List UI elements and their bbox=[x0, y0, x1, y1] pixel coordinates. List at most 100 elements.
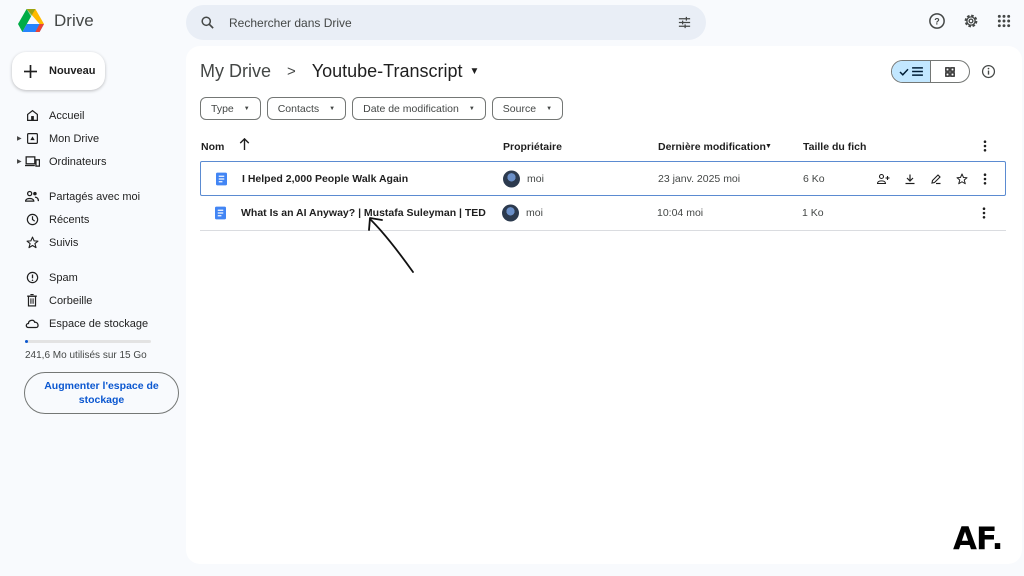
drive-logo-icon bbox=[18, 9, 44, 32]
filter-source[interactable]: Source ▼ bbox=[491, 97, 564, 120]
filter-label: Date de modification bbox=[363, 102, 459, 115]
sidebar-nav: Accueil ▶ Mon Drive ▶ Ordinateurs Partag… bbox=[0, 104, 185, 335]
apps-grid-icon[interactable] bbox=[996, 13, 1012, 29]
filter-type[interactable]: Type ▼ bbox=[200, 97, 261, 120]
google-doc-icon bbox=[215, 206, 226, 220]
drive-logo[interactable]: Drive bbox=[18, 9, 94, 32]
search-icon[interactable] bbox=[200, 15, 215, 30]
filter-label: Source bbox=[502, 102, 537, 115]
sidebar-item-computers[interactable]: ▶ Ordinateurs bbox=[0, 150, 185, 173]
file-size: 1 Ko bbox=[802, 207, 824, 219]
star-icon bbox=[24, 235, 40, 251]
storage-usage-text: 241,6 Mo utilisés sur 15 Go bbox=[25, 350, 147, 361]
view-toggle bbox=[891, 60, 970, 83]
search-input[interactable]: Rechercher dans Drive bbox=[229, 16, 677, 30]
spam-icon bbox=[24, 270, 40, 286]
sidebar-item-storage[interactable]: Espace de stockage bbox=[0, 312, 185, 335]
share-icon[interactable] bbox=[877, 173, 890, 185]
breadcrumb-current-folder[interactable]: Youtube-Transcript bbox=[312, 61, 463, 82]
more-actions-icon[interactable] bbox=[983, 172, 987, 185]
sidebar-item-spam[interactable]: Spam bbox=[0, 266, 185, 289]
column-header-size[interactable]: Taille du fich bbox=[803, 141, 866, 153]
sidebar-item-label: Spam bbox=[49, 271, 78, 284]
file-modified: 23 janv. 2025 moi bbox=[658, 172, 741, 185]
file-owner: moi bbox=[526, 207, 543, 219]
filter-label: Contacts bbox=[277, 102, 320, 115]
breadcrumb-separator: > bbox=[287, 63, 296, 80]
filter-contacts[interactable]: Contacts ▼ bbox=[266, 97, 347, 120]
breadcrumb: My Drive > Youtube-Transcript ▼ bbox=[200, 61, 479, 82]
rename-icon[interactable] bbox=[930, 173, 942, 185]
google-doc-icon bbox=[216, 172, 227, 185]
file-name[interactable]: What Is an AI Anyway? | Mustafa Suleyman… bbox=[241, 207, 486, 219]
expand-caret-icon[interactable]: ▶ bbox=[17, 135, 22, 142]
settings-icon[interactable] bbox=[962, 12, 980, 30]
watermark-logo: AF. bbox=[953, 521, 1003, 557]
sidebar-item-shared[interactable]: Partagés avec moi bbox=[0, 185, 185, 208]
storage-progress-bar bbox=[25, 340, 151, 343]
check-icon bbox=[899, 68, 909, 76]
filter-modified-date[interactable]: Date de modification ▼ bbox=[352, 97, 486, 120]
column-options-icon[interactable] bbox=[983, 140, 987, 152]
table-header: Nom Propriétaire Dernière modification ▼… bbox=[200, 134, 1006, 160]
shared-icon bbox=[24, 189, 40, 205]
download-icon[interactable] bbox=[904, 173, 916, 185]
list-icon bbox=[912, 67, 923, 76]
file-row[interactable]: What Is an AI Anyway? | Mustafa Suleyman… bbox=[200, 196, 1006, 231]
trash-icon bbox=[24, 293, 40, 309]
list-view-button[interactable] bbox=[892, 61, 931, 82]
svg-text:?: ? bbox=[934, 16, 940, 26]
cloud-icon bbox=[24, 316, 40, 332]
computers-icon bbox=[24, 154, 40, 170]
sidebar-item-starred[interactable]: Suivis bbox=[0, 231, 185, 254]
file-owner: moi bbox=[527, 172, 544, 185]
row-quick-actions bbox=[877, 173, 968, 185]
expand-caret-icon[interactable]: ▶ bbox=[17, 158, 22, 165]
sidebar-item-label: Ordinateurs bbox=[49, 155, 107, 168]
new-button-label: Nouveau bbox=[49, 65, 96, 77]
main-panel: My Drive > Youtube-Transcript ▼ Type ▼ Co… bbox=[186, 46, 1022, 564]
column-header-modified[interactable]: Dernière modification bbox=[658, 141, 766, 153]
sort-ascending-icon[interactable] bbox=[239, 138, 250, 150]
sidebar-item-label: Partagés avec moi bbox=[49, 190, 141, 203]
sidebar-item-label: Mon Drive bbox=[49, 132, 100, 145]
column-header-name[interactable]: Nom bbox=[201, 141, 224, 153]
more-actions-icon[interactable] bbox=[982, 207, 986, 219]
dropdown-arrow-icon: ▼ bbox=[468, 105, 475, 112]
new-button[interactable]: Nouveau bbox=[12, 52, 105, 90]
grid-view-button[interactable] bbox=[931, 61, 969, 82]
info-icon[interactable] bbox=[981, 64, 996, 79]
owner-avatar bbox=[503, 170, 520, 187]
sidebar-item-label: Récents bbox=[49, 213, 90, 226]
sidebar-item-trash[interactable]: Corbeille bbox=[0, 289, 185, 312]
app-title: Drive bbox=[54, 10, 94, 30]
file-name[interactable]: I Helped 2,000 People Walk Again bbox=[242, 173, 408, 185]
help-icon[interactable]: ? bbox=[928, 12, 946, 30]
filter-chips: Type ▼ Contacts ▼ Date de modification ▼ So… bbox=[200, 97, 564, 120]
sort-descending-icon[interactable]: ▼ bbox=[765, 143, 772, 150]
sidebar-item-label: Corbeille bbox=[49, 294, 93, 307]
sidebar-item-label: Suivis bbox=[49, 236, 79, 249]
search-options-icon[interactable] bbox=[677, 15, 692, 30]
sidebar-item-my-drive[interactable]: ▶ Mon Drive bbox=[0, 127, 185, 150]
column-header-owner[interactable]: Propriétaire bbox=[503, 141, 562, 153]
file-modified: 10:04 moi bbox=[657, 207, 704, 219]
owner-avatar bbox=[502, 204, 519, 222]
dropdown-arrow-icon: ▼ bbox=[329, 105, 336, 112]
breadcrumb-root[interactable]: My Drive bbox=[200, 61, 271, 82]
annotation-arrow bbox=[368, 217, 414, 273]
home-icon bbox=[24, 108, 40, 124]
star-icon[interactable] bbox=[956, 173, 968, 185]
search-bar[interactable]: Rechercher dans Drive bbox=[186, 5, 706, 40]
sidebar-item-label: Espace de stockage bbox=[49, 317, 149, 330]
clock-icon bbox=[24, 212, 40, 228]
sidebar-item-recent[interactable]: Récents bbox=[0, 208, 185, 231]
file-row[interactable]: I Helped 2,000 People Walk Again moi 23 … bbox=[200, 161, 1006, 196]
filter-label: Type bbox=[211, 102, 234, 115]
folder-dropdown-icon[interactable]: ▼ bbox=[470, 66, 480, 77]
file-size: 6 Ko bbox=[803, 172, 825, 185]
grid-icon bbox=[945, 66, 955, 77]
storage-progress-fill bbox=[25, 340, 28, 343]
sidebar-item-home[interactable]: Accueil bbox=[0, 104, 185, 127]
upgrade-storage-button[interactable]: Augmenter l'espace de stockage bbox=[24, 372, 179, 414]
